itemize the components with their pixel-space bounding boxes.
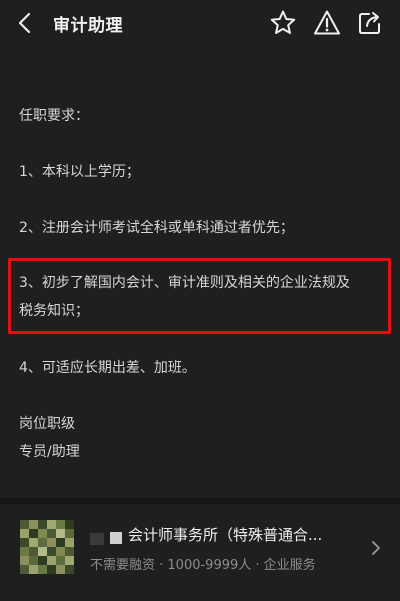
page-title: 审计助理 xyxy=(53,16,123,36)
company-card[interactable]: 会计师事务所（特殊普通合... 不需要融资 · 1000-9999人 · 企业服… xyxy=(0,504,400,601)
position-level-value: 专员/助理 xyxy=(19,444,80,460)
chevron-right-icon xyxy=(372,541,380,555)
requirement-2: 2、注册会计师考试全科或单科通过者优先； xyxy=(19,220,294,236)
requirement-4: 4、可适应长期出差、加班。 xyxy=(19,360,196,376)
highlight-box xyxy=(8,258,391,334)
company-link[interactable] xyxy=(370,539,382,557)
back-arrow-icon xyxy=(18,12,31,34)
favorite-button[interactable] xyxy=(268,8,298,38)
warning-icon xyxy=(314,10,340,35)
share-button[interactable] xyxy=(355,8,385,38)
position-level-label: 岗位职级 xyxy=(19,416,75,432)
company-meta: 不需要融资 · 1000-9999人 · 企业服务 xyxy=(90,558,316,573)
back-button[interactable] xyxy=(12,9,40,37)
company-name-mask xyxy=(90,533,104,545)
requirements-heading: 任职要求： xyxy=(19,108,89,124)
top-bar: 审计助理 xyxy=(0,0,400,46)
report-button[interactable] xyxy=(312,8,342,38)
company-name: 会计师事务所（特殊普通合... xyxy=(128,526,323,544)
company-name-mark xyxy=(110,532,122,544)
share-icon xyxy=(359,12,380,34)
company-logo xyxy=(20,520,74,574)
requirement-1: 1、本科以上学历； xyxy=(19,164,140,180)
star-icon xyxy=(270,10,296,34)
